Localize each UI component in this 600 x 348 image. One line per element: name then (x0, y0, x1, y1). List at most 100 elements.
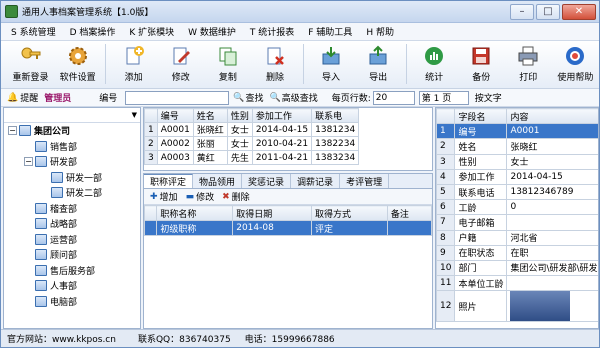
tree-node[interactable]: 研发一部 (4, 170, 140, 186)
tab-0[interactable]: 职称评定 (144, 174, 194, 188)
field-value[interactable]: 2014-04-15 (506, 168, 598, 185)
table-row[interactable]: 6 工龄 0 (436, 199, 598, 216)
table-row[interactable]: 初级职称 2014-08 评定 (143, 220, 433, 236)
minimize-icon[interactable]: – (510, 3, 534, 20)
grid-column-header[interactable]: 编号 (156, 108, 194, 123)
menu-extension[interactable]: K 扩张模块 (123, 25, 182, 38)
field-value[interactable]: 河北省 (506, 229, 598, 246)
grid-cell[interactable]: 张丽 (192, 136, 228, 151)
title-column-header[interactable]: 职称名称 (156, 205, 234, 221)
close-icon[interactable]: ✕ (562, 3, 596, 20)
detail-delete-button[interactable]: ✖ 删除 (222, 190, 250, 204)
tab-1[interactable]: 物品领用 (193, 174, 243, 188)
menu-data[interactable]: W 数据维护 (182, 25, 244, 38)
title-cell[interactable]: 评定 (310, 220, 388, 236)
import-button[interactable]: 导入 (307, 44, 354, 83)
grid-column-header[interactable]: 参加工作 (251, 108, 313, 123)
tree-node[interactable]: 研发二部 (4, 185, 140, 201)
remind-button[interactable]: 🔔 提醒 (7, 91, 38, 105)
grid-cell[interactable]: 先生 (226, 150, 253, 165)
menu-system[interactable]: S 系统管理 (5, 25, 64, 38)
tab-2[interactable]: 奖惩记录 (242, 174, 292, 188)
grid-cell[interactable]: 1381234 (311, 122, 360, 137)
table-row[interactable]: 7 电子邮箱 (436, 214, 598, 231)
field-value[interactable]: 13812346789 (506, 183, 598, 201)
title-column-header[interactable]: 备注 (386, 205, 433, 221)
menu-help[interactable]: H 帮助 (360, 25, 402, 38)
grid-column-header[interactable]: 联系电 (311, 108, 360, 123)
sort-toggle[interactable]: 按文字 (475, 91, 502, 104)
grid-cell[interactable]: A0003 (156, 150, 194, 165)
row-number[interactable]: 3 (144, 150, 158, 165)
table-row[interactable]: 8 户籍 河北省 (436, 229, 598, 246)
table-row[interactable]: 5 联系电话 13812346789 (436, 183, 598, 201)
tree-node[interactable]: 人事部 (4, 278, 140, 294)
settings-button[interactable]: 软件设置 (54, 44, 101, 83)
add-button[interactable]: 添加 (110, 44, 157, 83)
tree-node[interactable]: 销售部 (4, 139, 140, 155)
rows-per-page-select[interactable]: 20 (372, 90, 415, 105)
copy-button[interactable]: 复制 (204, 44, 251, 83)
grid-column-header[interactable]: 性别 (226, 108, 253, 123)
table-row[interactable]: 1 A0001 张晓红 女士 2014-04-15 1381234 (144, 122, 360, 137)
relogin-button[interactable]: 重新登录 (7, 44, 54, 83)
field-value[interactable]: 在职 (506, 244, 598, 261)
row-number[interactable]: 2 (144, 136, 158, 151)
table-row[interactable]: 4 参加工作 2014-04-15 (436, 168, 598, 185)
tree-node[interactable]: 运营部 (4, 232, 140, 248)
detail-add-button[interactable]: ✚ 增加 (150, 190, 178, 204)
field-value[interactable] (506, 290, 598, 323)
search-button[interactable]: 🔍 查找 (233, 91, 263, 105)
grid-column-header[interactable]: 姓名 (192, 108, 228, 123)
search-input[interactable] (125, 90, 230, 105)
tree-node[interactable]: − 集团公司 (4, 123, 140, 139)
grid-cell[interactable]: A0001 (156, 122, 194, 137)
tree-node[interactable]: 售后服务部 (4, 263, 140, 279)
tree-node[interactable]: 电脑部 (4, 294, 140, 310)
row-number[interactable]: 1 (144, 122, 158, 137)
search-field-select[interactable]: 编号 (99, 91, 117, 104)
menu-reports[interactable]: T 统计报表 (244, 25, 302, 38)
advanced-search-button[interactable]: 🔍 高级查找 (270, 91, 318, 105)
tab-4[interactable]: 考评管理 (340, 174, 390, 188)
table-row[interactable]: 3 A0003 黄红 先生 2011-04-21 1383234 (144, 150, 360, 165)
tree-node[interactable]: 战略部 (4, 216, 140, 232)
edit-button[interactable]: 修改 (157, 44, 204, 83)
title-bar[interactable]: 通用人事档案管理系统【1.0版】 – □ ✕ (1, 1, 599, 23)
menu-archive[interactable]: D 档案操作 (64, 25, 124, 38)
detail-edit-button[interactable]: ▬ 修改 (186, 190, 215, 204)
field-value[interactable]: 张晓红 (506, 138, 598, 155)
field-value[interactable] (506, 214, 598, 231)
table-row[interactable]: 2 姓名 张晓红 (436, 138, 598, 155)
grid-cell[interactable]: 2011-04-21 (251, 150, 313, 165)
grid-cell[interactable]: 黄红 (192, 150, 228, 165)
grid-cell[interactable]: 2014-04-15 (251, 122, 313, 137)
tree-node[interactable]: 稽查部 (4, 201, 140, 217)
print-button[interactable]: 打印 (505, 44, 552, 83)
title-cell[interactable]: 初级职称 (156, 220, 234, 236)
grid-cell[interactable]: 1382234 (311, 136, 360, 151)
stats-button[interactable]: 统计 (411, 44, 458, 83)
tree-node[interactable]: − 研发部 (4, 154, 140, 170)
table-row[interactable]: 3 性别 女士 (436, 153, 598, 170)
expand-toggle-icon[interactable]: − (8, 126, 17, 136)
export-button[interactable]: 导出 (355, 44, 402, 83)
tab-3[interactable]: 调薪记录 (291, 174, 341, 188)
grid-cell[interactable]: 2010-04-21 (251, 136, 313, 151)
page-selector[interactable]: 第 1 页 (418, 90, 469, 105)
title-column-header[interactable]: 取得日期 (232, 205, 312, 221)
field-value[interactable]: A0001 (506, 123, 598, 140)
title-cell[interactable] (386, 220, 433, 236)
menu-tools[interactable]: F 辅助工具 (302, 25, 360, 38)
grid-cell[interactable]: 女士 (226, 136, 253, 151)
field-value[interactable] (506, 275, 598, 292)
title-column-header[interactable]: 取得方式 (310, 205, 388, 221)
field-value[interactable]: 集团公司\研发部\研发 (506, 259, 598, 277)
table-row[interactable]: 9 在职状态 在职 (436, 244, 598, 261)
field-value[interactable]: 0 (506, 199, 598, 216)
backup-button[interactable]: 备份 (458, 44, 505, 83)
help-button[interactable]: 使用帮助 (552, 44, 599, 83)
table-row[interactable]: 12 照片 (436, 290, 598, 323)
table-row[interactable]: 1 编号 A0001 (436, 123, 598, 140)
maximize-icon[interactable]: □ (536, 3, 560, 20)
